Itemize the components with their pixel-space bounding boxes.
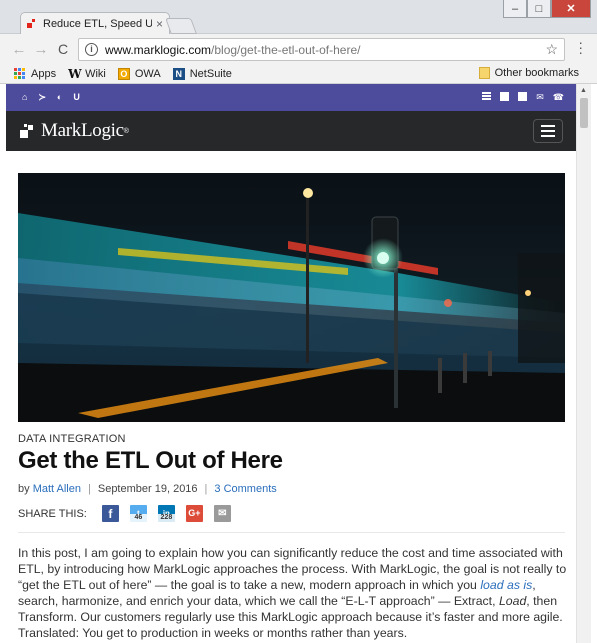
page-viewport: ⌂ ≻ ◐ U ✉ ☎ MarkLogic ® DATA INTEGRATION…: [6, 84, 591, 643]
bookmark-wiki[interactable]: W Wiki: [68, 68, 106, 80]
netsuite-icon: N: [172, 67, 185, 80]
browser-menu-icon[interactable]: · · ·: [578, 35, 583, 59]
byline-separator: |: [204, 483, 208, 495]
hero-image: [18, 173, 565, 422]
bookmark-owa[interactable]: O OWA: [117, 67, 161, 80]
site-info-icon[interactable]: i: [85, 43, 98, 56]
email-icon[interactable]: ✉: [536, 92, 544, 103]
scrollbar-thumb[interactable]: [580, 98, 588, 128]
university-icon[interactable]: U: [73, 92, 80, 103]
reload-button[interactable]: C: [52, 41, 74, 57]
twitter-share-icon[interactable]: t46: [129, 505, 147, 522]
phone-icon[interactable]: ☎: [553, 92, 564, 103]
url-path: /blog/get-the-etl-out-of-here/: [211, 42, 361, 57]
forward-button[interactable]: →: [30, 41, 52, 58]
browser-toolbar: ← → C i www.marklogic.com /blog/get-the-…: [0, 34, 597, 64]
tab-close-icon[interactable]: ×: [156, 17, 163, 31]
scroll-up-icon[interactable]: ▲: [580, 87, 587, 94]
back-button[interactable]: ←: [8, 41, 30, 58]
linkedin-share-count: 228: [157, 514, 175, 522]
home-icon[interactable]: ⌂: [22, 92, 27, 103]
bookmark-netsuite[interactable]: N NetSuite: [172, 67, 232, 80]
author-link[interactable]: Matt Allen: [33, 483, 81, 495]
post-category[interactable]: DATA INTEGRATION: [18, 433, 126, 445]
post-byline: by Matt Allen | September 19, 2016 | 3 C…: [18, 483, 277, 495]
terminal-icon[interactable]: ≻: [38, 92, 46, 103]
page-icon[interactable]: [518, 92, 528, 101]
globe-icon[interactable]: ◐: [57, 92, 62, 103]
apps-grid-icon: [14, 67, 26, 80]
outlook-icon: O: [117, 67, 130, 80]
logo-mark-icon: [20, 122, 38, 140]
comments-link[interactable]: 3 Comments: [214, 483, 276, 495]
url-host: www.marklogic.com: [105, 42, 212, 57]
marklogic-favicon-icon: [27, 19, 37, 29]
twitter-share-count: 46: [129, 514, 147, 522]
byline-separator: |: [88, 483, 91, 495]
maximize-button[interactable]: □: [527, 0, 551, 18]
load-as-is-link[interactable]: load as is: [480, 578, 532, 592]
logo-registered: ®: [123, 127, 129, 135]
load-as-is-link-text: load as is: [480, 578, 533, 592]
minimize-button[interactable]: –: [503, 0, 527, 18]
folder-icon: [478, 67, 490, 79]
news-icon[interactable]: [482, 92, 492, 101]
main-navigation: MarkLogic ®: [6, 111, 576, 151]
post-title: Get the ETL Out of Here: [18, 447, 283, 474]
bookmark-label: Wiki: [85, 67, 106, 80]
browser-tab[interactable]: Reduce ETL, Speed Up D ×: [20, 12, 170, 35]
googleplus-share-icon[interactable]: G+: [185, 505, 203, 522]
document-icon[interactable]: [500, 92, 510, 101]
linkedin-share-icon[interactable]: in228: [157, 505, 175, 522]
bookmark-apps[interactable]: Apps: [14, 67, 57, 80]
share-bar: SHARE THIS: f t46 in228 G+ ✉: [18, 505, 242, 522]
post-date: September 19, 2016: [97, 483, 198, 495]
address-bar[interactable]: i www.marklogic.com /blog/get-the-etl-ou…: [78, 38, 565, 61]
email-share-icon[interactable]: ✉: [213, 505, 231, 522]
page-scrollbar[interactable]: ▲: [576, 84, 591, 643]
new-tab-button[interactable]: [165, 18, 197, 34]
browser-titlebar: Reduce ETL, Speed Up D × – □ ✕: [0, 0, 597, 35]
other-bookmarks-label: Other bookmarks: [494, 67, 579, 79]
divider: [18, 532, 565, 533]
intro-load-emphasis: Load: [498, 594, 527, 608]
bookmarks-bar: Apps W Wiki O OWA N NetSuite Other bookm…: [0, 64, 597, 84]
facebook-share-icon[interactable]: f: [101, 505, 119, 522]
marklogic-logo[interactable]: MarkLogic ®: [20, 120, 129, 142]
hamburger-menu-button[interactable]: [533, 119, 563, 143]
window-controls: – □ ✕: [503, 0, 591, 18]
logo-text: MarkLogic: [41, 120, 124, 141]
post-intro: In this post, I am going to explain how …: [18, 545, 568, 641]
wikipedia-icon: W: [68, 66, 82, 81]
tab-title: Reduce ETL, Speed Up D: [43, 18, 152, 30]
share-label: SHARE THIS:: [18, 507, 87, 520]
bookmark-label: Apps: [31, 67, 57, 80]
bookmark-label: NetSuite: [189, 67, 232, 80]
bookmark-label: OWA: [134, 67, 161, 80]
byline-by: by: [18, 483, 30, 495]
other-bookmarks[interactable]: Other bookmarks: [478, 67, 579, 79]
close-window-button[interactable]: ✕: [551, 0, 591, 18]
bookmark-star-icon[interactable]: ☆: [545, 41, 558, 58]
utility-bar: ⌂ ≻ ◐ U ✉ ☎: [6, 84, 576, 111]
